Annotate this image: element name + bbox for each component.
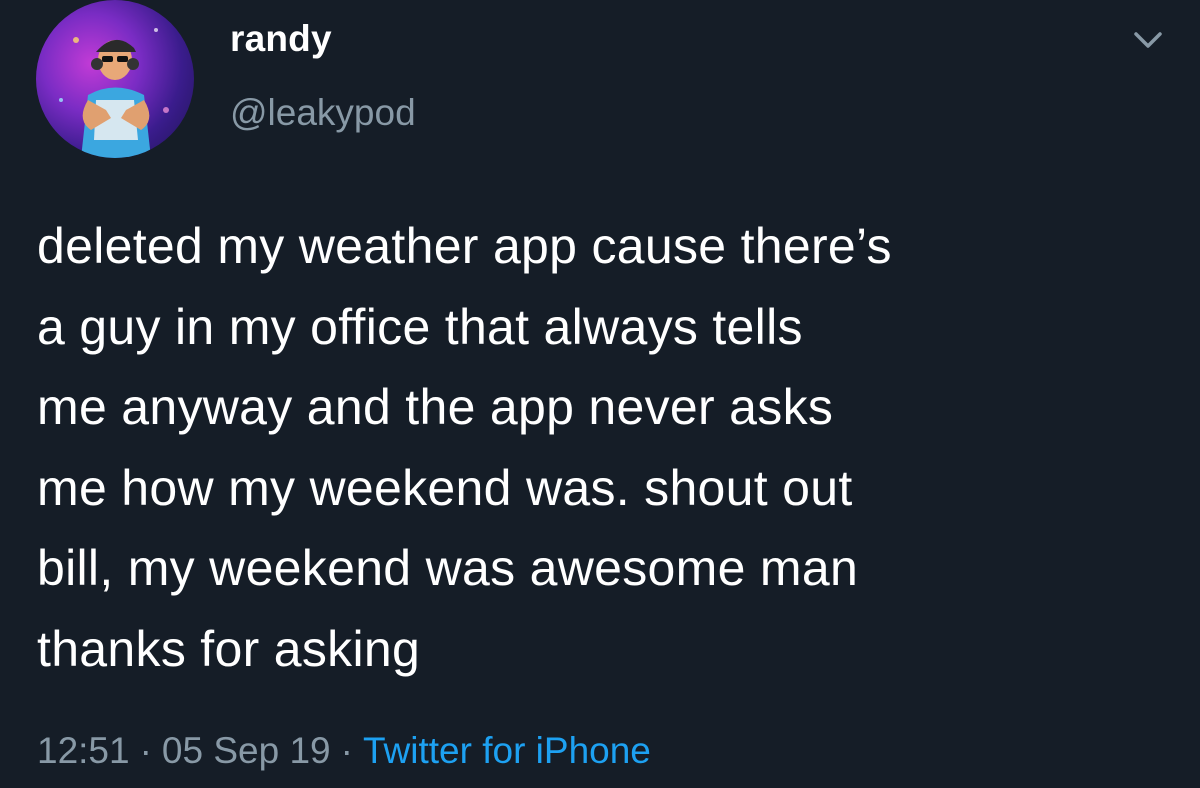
tweet-text-line: me how my weekend was. shout out bbox=[37, 459, 853, 516]
tweet-text-line: bill, my weekend was awesome man bbox=[37, 540, 859, 596]
author-display-name[interactable]: randy bbox=[230, 18, 332, 60]
tweet-text: deleted my weather app cause there’s a g… bbox=[37, 206, 1177, 689]
tweet-source-link[interactable]: Twitter for iPhone bbox=[363, 730, 651, 771]
tweet-text-line: deleted my weather app cause there’s bbox=[37, 218, 892, 274]
tweet-text-line: me anyway and the app never asks bbox=[37, 379, 834, 435]
profile-avatar[interactable] bbox=[36, 0, 194, 158]
tweet-text-line: a guy in my office that always tells bbox=[37, 298, 803, 355]
author-handle[interactable]: @leakypod bbox=[230, 92, 416, 134]
tweet-text-line: thanks for asking bbox=[37, 620, 421, 677]
tweet-date[interactable]: 05 Sep 19 bbox=[162, 730, 331, 771]
tweet-card: randy @leakypod deleted my weather app c… bbox=[0, 0, 1200, 788]
tweet-metadata: 12:51 · 05 Sep 19 · Twitter for iPhone bbox=[37, 730, 651, 772]
chevron-down-icon[interactable] bbox=[1130, 26, 1166, 54]
tweet-time[interactable]: 12:51 bbox=[37, 730, 130, 771]
avatar-illustration bbox=[59, 28, 169, 158]
meta-separator: · bbox=[139, 730, 152, 771]
meta-separator: · bbox=[340, 730, 353, 771]
